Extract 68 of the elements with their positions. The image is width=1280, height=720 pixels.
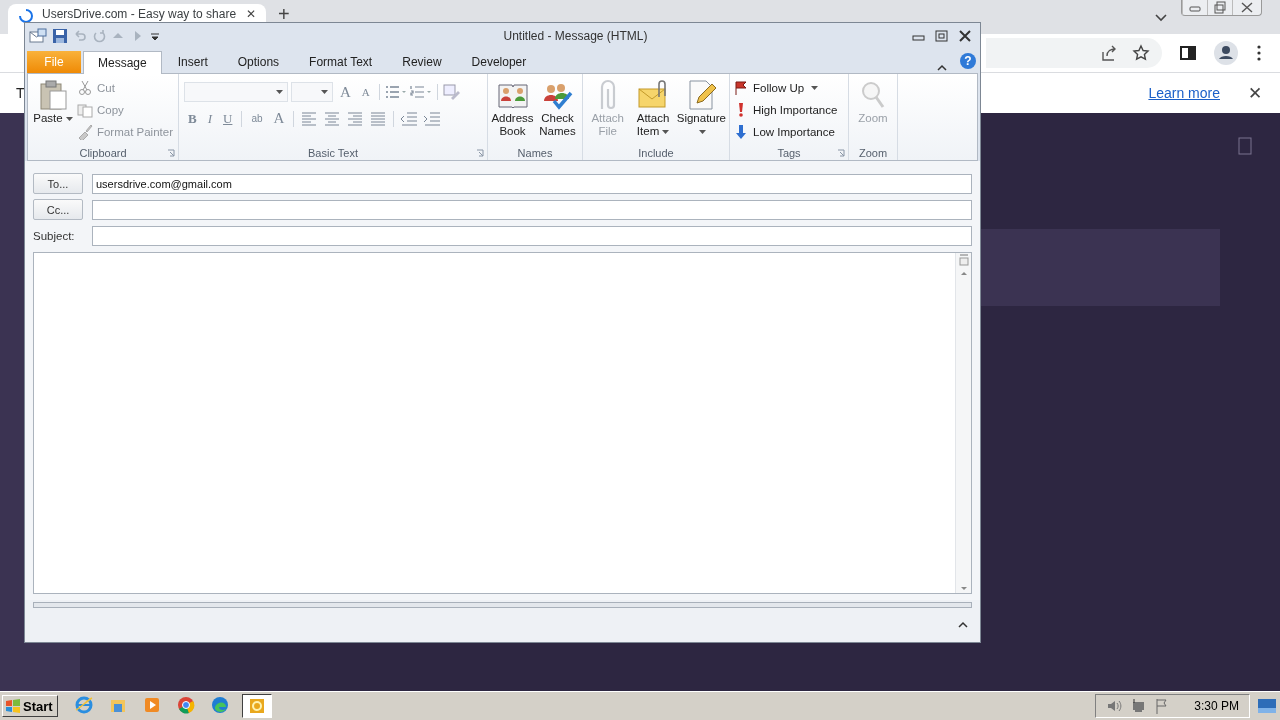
ribbon-tab[interactable]: Developer <box>457 51 541 73</box>
square-icon[interactable] <box>1238 137 1252 155</box>
dialog-launcher-icon[interactable] <box>837 149 845 157</box>
envelope-app-icon[interactable] <box>29 28 47 44</box>
copy-icon <box>76 101 93 118</box>
loading-icon <box>18 8 34 24</box>
ribbon-tab[interactable]: Insert <box>163 51 222 73</box>
scissors-icon <box>76 79 93 96</box>
outlook-icon[interactable] <box>241 694 272 718</box>
network-icon[interactable] <box>1130 698 1147 714</box>
ribbon-button[interactable]: Low Importance <box>733 122 840 141</box>
help-button[interactable]: ? <box>960 53 976 69</box>
save-icon[interactable] <box>52 28 68 44</box>
ribbon-tab[interactable]: Options <box>223 51 294 73</box>
paperclip-icon <box>599 79 616 111</box>
learn-more-link[interactable]: Learn more <box>1148 85 1220 101</box>
ribbon-button[interactable]: Signature <box>676 76 726 146</box>
ribbon-button[interactable]: Paste <box>31 76 75 146</box>
scrollbar[interactable] <box>955 253 971 593</box>
dialog-launcher-icon[interactable] <box>167 149 175 157</box>
group-label: Tags <box>777 147 801 159</box>
speaker-icon[interactable] <box>1106 698 1123 714</box>
ribbon-button[interactable]: Follow Up <box>733 78 840 97</box>
share-icon[interactable] <box>1100 44 1118 62</box>
ribbon-button[interactable]: Attach Item <box>631 76 675 146</box>
group-label: Names <box>517 147 553 159</box>
to-field[interactable]: usersdrive.com@gmail.com <box>92 173 972 194</box>
menu-icon[interactable] <box>1256 44 1262 62</box>
sidebar-icon[interactable] <box>1180 45 1196 61</box>
restore-icon[interactable] <box>933 30 951 42</box>
start-button[interactable]: Start <box>2 695 58 717</box>
ribbon-button[interactable]: Check Names <box>536 76 579 146</box>
group-label: Include <box>638 147 674 159</box>
group-label: Zoom <box>858 147 888 159</box>
profile-icon[interactable] <box>1214 41 1238 65</box>
down-arrow-icon <box>733 123 749 140</box>
subject-label: Subject: <box>33 229 76 242</box>
infobar-text: T <box>16 85 25 101</box>
group-label: Basic Text <box>308 147 358 159</box>
caret-icon <box>276 90 283 94</box>
redo-icon[interactable] <box>92 29 106 43</box>
show-desktop-icon[interactable] <box>1258 699 1276 713</box>
clock[interactable]: 3:30 PM <box>1194 699 1239 713</box>
tab-title: UsersDrive.com - Easy way to share <box>42 8 238 21</box>
caret-icon <box>321 90 328 94</box>
chevron-down-icon[interactable] <box>1155 14 1167 22</box>
expand-up-icon[interactable] <box>958 621 968 629</box>
infobar-close-button[interactable]: ✕ <box>1248 82 1262 104</box>
flag-icon <box>733 79 749 96</box>
windows-logo-icon <box>5 699 21 713</box>
close-icon[interactable] <box>956 30 974 42</box>
collapse-ribbon-icon[interactable] <box>936 63 948 73</box>
new-tab-button[interactable]: + <box>278 6 290 22</box>
cc-field[interactable] <box>92 199 972 220</box>
ribbon-button[interactable]: High Importance <box>733 100 840 119</box>
ribbon-tab[interactable]: Message <box>83 51 162 74</box>
tab-close-button[interactable]: ✕ <box>246 8 256 21</box>
to-button[interactable]: To... <box>33 173 83 194</box>
ribbon-tab[interactable]: Format Text <box>295 51 387 73</box>
brush-icon <box>76 123 93 140</box>
ribbon-button[interactable]: Address Book <box>491 76 534 146</box>
window-title: Untitled - Message (HTML) <box>503 29 648 43</box>
star-icon[interactable] <box>1132 44 1150 62</box>
subject-field[interactable] <box>92 225 972 246</box>
ribbon-tab[interactable]: Review <box>388 51 456 73</box>
cc-button[interactable]: Cc... <box>33 199 83 220</box>
group-label: Clipboard <box>79 147 127 159</box>
undo-icon[interactable] <box>73 29 87 43</box>
